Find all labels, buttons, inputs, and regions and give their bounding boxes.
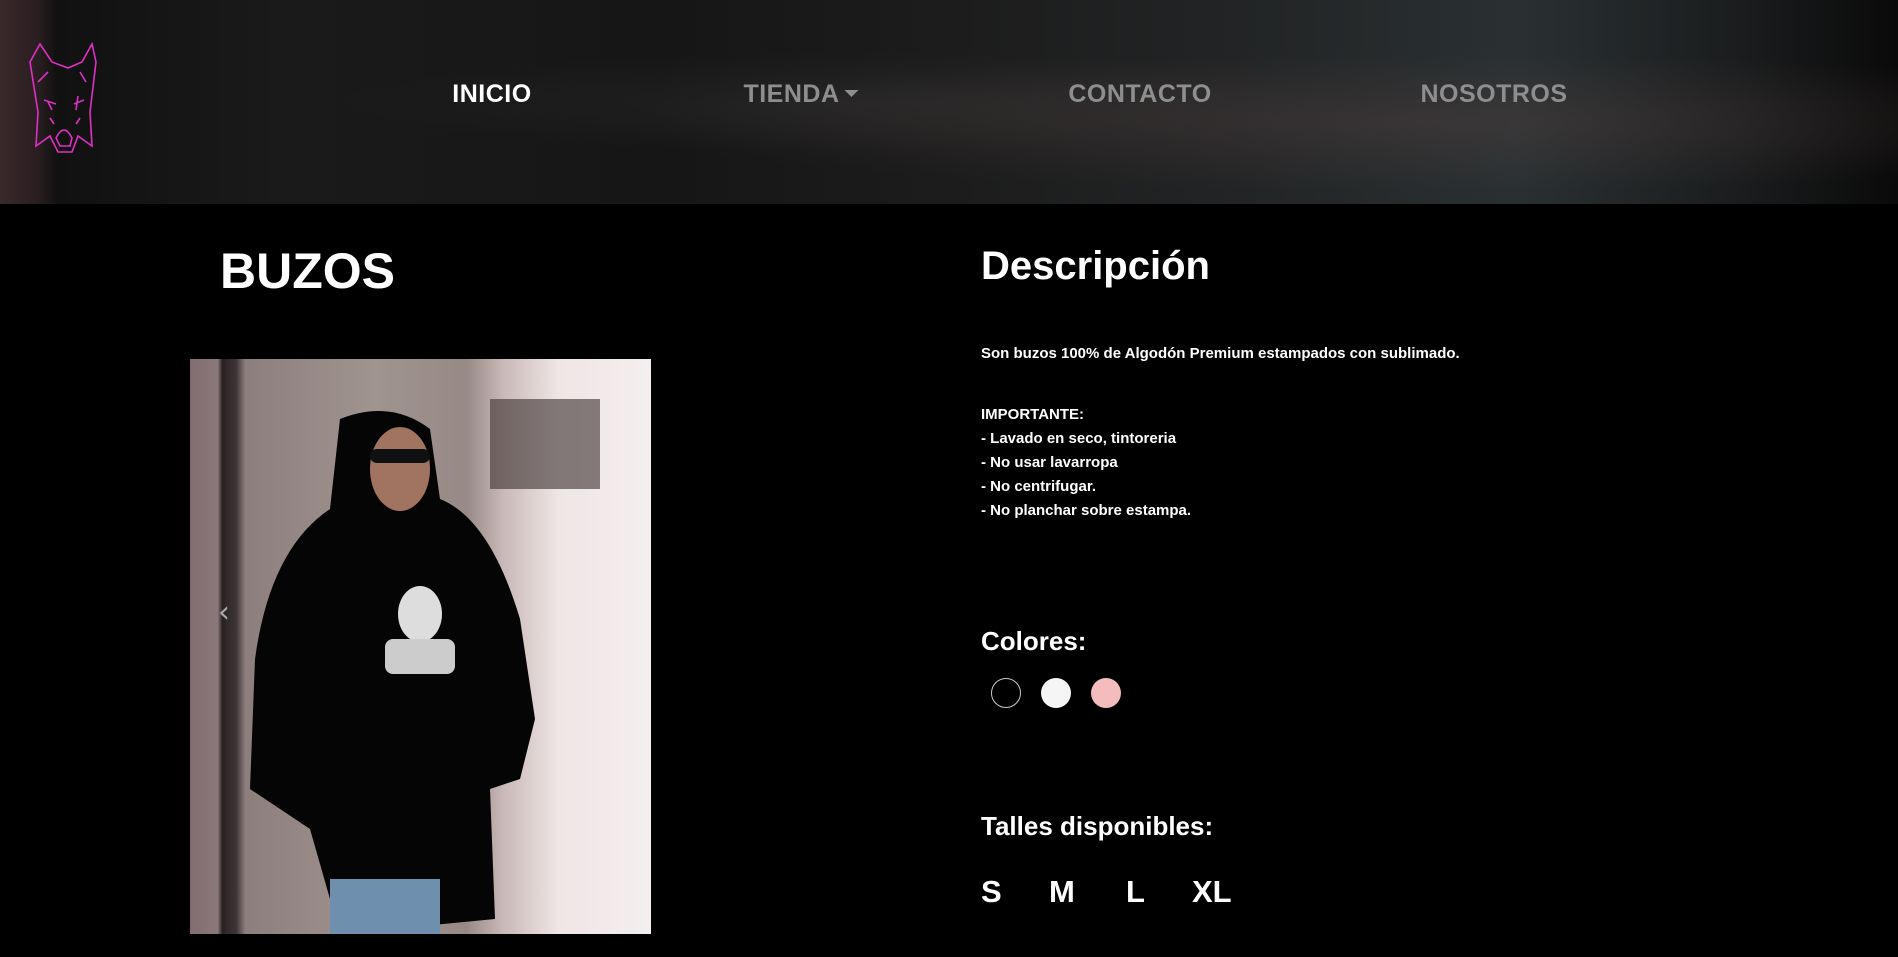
description-heading: Descripción <box>981 244 1210 288</box>
colors-heading: Colores: <box>981 626 1087 656</box>
nav-tienda-label: TIENDA <box>743 80 840 108</box>
size-m[interactable]: M <box>1049 874 1075 910</box>
wolf-logo-icon[interactable] <box>26 42 130 156</box>
care-instructions: IMPORTANTE: - Lavado en seco, tintoreria… <box>981 403 1191 523</box>
important-label: IMPORTANTE: <box>981 406 1085 423</box>
color-swatch-pink[interactable] <box>1091 678 1121 708</box>
nav-tienda[interactable]: TIENDA <box>743 80 859 109</box>
size-l[interactable]: L <box>1126 874 1145 910</box>
nav-inicio[interactable]: INICIO <box>452 80 531 109</box>
nav-contacto[interactable]: CONTACTO <box>1068 80 1211 109</box>
care-item: - No planchar sobre estampa. <box>981 502 1192 519</box>
size-xl[interactable]: XL <box>1192 874 1232 910</box>
sizes-heading: Talles disponibles: <box>981 811 1214 841</box>
carousel-prev-button[interactable]: ‹ <box>218 595 230 630</box>
care-item: - No usar lavarropa <box>981 454 1118 471</box>
color-swatch-black[interactable] <box>991 678 1021 708</box>
nav-nosotros[interactable]: NOSOTROS <box>1420 80 1567 109</box>
description-text: Son buzos 100% de Algodón Premium estamp… <box>981 345 1460 362</box>
caret-down-icon <box>844 89 859 97</box>
header-banner <box>0 0 1898 204</box>
page-title: BUZOS <box>220 243 395 299</box>
color-swatch-white[interactable] <box>1041 678 1071 708</box>
product-photo <box>190 359 600 934</box>
size-s[interactable]: S <box>981 874 1002 910</box>
product-image-carousel[interactable] <box>190 359 651 934</box>
care-item: - Lavado en seco, tintoreria <box>981 430 1177 447</box>
care-item: - No centrifugar. <box>981 478 1097 495</box>
